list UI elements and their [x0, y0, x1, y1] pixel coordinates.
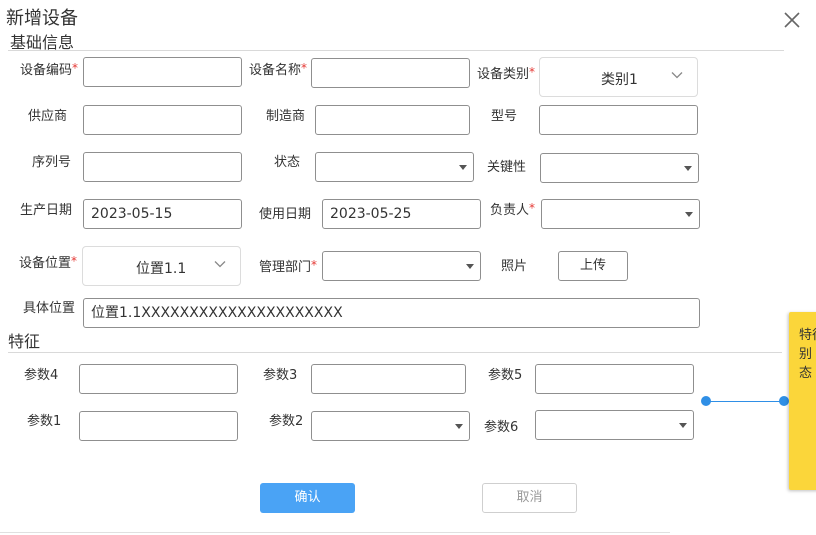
production-date-input[interactable]: 2023-05-15: [83, 199, 242, 229]
serial-number-input[interactable]: [83, 152, 242, 182]
chevron-down-icon: [671, 72, 683, 79]
param2-select[interactable]: [311, 411, 470, 441]
device-location-value: 位置1.1: [136, 261, 187, 277]
caret-down-icon: [459, 165, 467, 170]
device-location-label: 设备位置*: [19, 254, 78, 271]
caret-down-icon: [684, 166, 692, 171]
param3-input[interactable]: [311, 364, 466, 394]
required-mark: *: [301, 61, 308, 75]
model-label: 型号: [491, 109, 518, 124]
supplier-label: 供应商: [28, 109, 68, 124]
photo-label: 照片: [501, 259, 528, 274]
device-location-select[interactable]: 位置1.1: [82, 246, 241, 286]
caret-down-icon: [685, 212, 693, 217]
department-label: 管理部门*: [259, 258, 318, 275]
owner-label: 负责人*: [490, 201, 536, 218]
connector-line: [706, 401, 784, 402]
status-label: 状态: [274, 155, 301, 170]
required-mark: *: [529, 201, 536, 215]
param2-label: 参数2: [269, 414, 304, 429]
manufacturer-label: 制造商: [266, 109, 306, 124]
required-mark: *: [71, 254, 78, 268]
param5-input[interactable]: [535, 364, 694, 394]
param4-label: 参数4: [24, 368, 59, 383]
device-name-label: 设备名称*: [249, 61, 308, 78]
required-mark: *: [529, 65, 536, 79]
connector-end-handle[interactable]: [779, 396, 789, 406]
device-name-input[interactable]: [311, 58, 470, 88]
manufacturer-input[interactable]: [315, 105, 470, 135]
upload-button[interactable]: 上传: [558, 251, 628, 281]
use-date-input[interactable]: 2023-05-25: [322, 199, 481, 229]
status-select[interactable]: [315, 152, 474, 182]
serial-number-label: 序列号: [32, 155, 72, 170]
dialog-title: 新增设备: [6, 8, 78, 29]
param5-label: 参数5: [488, 368, 523, 383]
sticky-note[interactable]: 特征 别 态: [789, 312, 816, 490]
owner-select[interactable]: [541, 199, 700, 229]
param6-select[interactable]: [535, 410, 694, 440]
device-category-value: 类别1: [601, 72, 638, 88]
param1-label: 参数1: [27, 414, 62, 429]
use-date-label: 使用日期: [259, 207, 312, 222]
cancel-button[interactable]: 取消: [482, 483, 577, 513]
sticky-note-line: 别: [799, 347, 813, 362]
close-icon: [784, 12, 800, 28]
caret-down-icon: [455, 424, 463, 429]
sticky-note-line: 特征: [799, 328, 816, 343]
chevron-down-icon: [214, 261, 226, 268]
caret-down-icon: [466, 264, 474, 269]
supplier-input[interactable]: [83, 105, 242, 135]
connector-start-handle[interactable]: [701, 396, 711, 406]
close-button[interactable]: [780, 8, 804, 32]
model-input[interactable]: [539, 105, 698, 135]
required-mark: *: [311, 258, 318, 272]
device-category-select[interactable]: 类别1: [539, 57, 698, 97]
device-code-label: 设备编码*: [20, 61, 79, 78]
criticality-label: 关键性: [487, 160, 527, 175]
param3-label: 参数3: [263, 368, 298, 383]
criticality-select[interactable]: [540, 153, 699, 183]
required-mark: *: [72, 61, 79, 75]
bottom-divider: [0, 532, 670, 533]
department-select[interactable]: [322, 251, 481, 281]
features-divider: [8, 352, 782, 353]
detail-location-input[interactable]: 位置1.1XXXXXXXXXXXXXXXXXXXXX: [83, 298, 700, 328]
basic-info-divider: [8, 50, 784, 51]
caret-down-icon: [679, 423, 687, 428]
detail-location-label: 具体位置: [23, 301, 76, 316]
features-section-title: 特征: [8, 332, 41, 351]
production-date-label: 生产日期: [20, 203, 73, 218]
param6-label: 参数6: [484, 420, 519, 435]
param4-input[interactable]: [79, 364, 238, 394]
sticky-note-line: 态: [799, 366, 813, 381]
confirm-button[interactable]: 确认: [260, 483, 355, 513]
param1-input[interactable]: [79, 411, 238, 441]
device-code-input[interactable]: [83, 57, 242, 87]
device-category-label: 设备类别*: [477, 65, 536, 82]
